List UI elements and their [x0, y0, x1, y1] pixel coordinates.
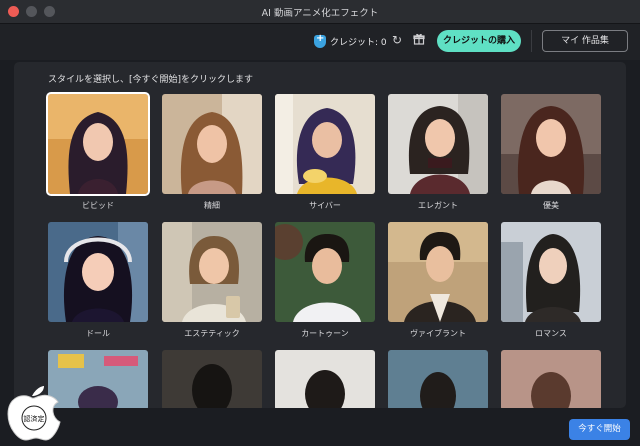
- credit-shield-icon: [314, 33, 326, 48]
- credit-label: クレジット: 0: [330, 38, 387, 48]
- style-label: カートゥーン: [301, 329, 349, 338]
- style-thumbnail[interactable]: [501, 350, 601, 408]
- style-thumbnail[interactable]: [388, 222, 488, 322]
- style-thumbnail[interactable]: [275, 222, 375, 322]
- style-thumbnail[interactable]: [46, 92, 150, 196]
- style-card-vibrant[interactable]: ヴァイブラント: [388, 222, 488, 339]
- style-card-aesthetic[interactable]: エステティック: [162, 222, 262, 339]
- style-card-cartoon[interactable]: カートゥーン: [275, 222, 375, 339]
- watermark-text: 認済定: [24, 414, 45, 423]
- style-label: 優美: [543, 201, 559, 210]
- style-card-cyber[interactable]: サイバー: [275, 94, 375, 211]
- style-thumbnail[interactable]: [275, 350, 375, 408]
- style-label: エステティック: [184, 329, 240, 338]
- style-thumbnail[interactable]: [48, 222, 148, 322]
- style-thumbnail[interactable]: [162, 94, 262, 194]
- style-thumbnail[interactable]: [162, 350, 262, 408]
- style-thumbnail[interactable]: [275, 94, 375, 194]
- style-card-row3-3[interactable]: [275, 350, 375, 408]
- buy-credit-button[interactable]: クレジットの購入: [437, 30, 521, 52]
- style-label: サイバー: [309, 201, 341, 210]
- style-card-romance[interactable]: ロマンス: [501, 222, 601, 339]
- style-label: ロマンス: [535, 329, 567, 338]
- style-panel: スタイルを選択し、[今すぐ開始]をクリックします ビビッド 精細 サイバー エレ…: [14, 62, 626, 408]
- title-bar: AI 動画アニメ化エフェクト: [0, 0, 640, 24]
- style-label: 精細: [204, 201, 220, 210]
- style-card-row3-4[interactable]: [388, 350, 488, 408]
- style-card-row3-5[interactable]: [501, 350, 601, 408]
- style-card-row3-1[interactable]: [48, 350, 148, 408]
- toolbar-divider: [531, 30, 532, 52]
- style-card-vivid[interactable]: ビビッド: [46, 92, 150, 211]
- style-card-graceful[interactable]: 優美: [501, 94, 601, 211]
- style-card-elegant[interactable]: エレガント: [388, 94, 488, 211]
- style-thumbnail[interactable]: [388, 350, 488, 408]
- style-thumbnail[interactable]: [48, 350, 148, 408]
- my-works-button[interactable]: マイ 作品集: [542, 30, 628, 52]
- style-thumbnail[interactable]: [388, 94, 488, 194]
- style-thumbnail[interactable]: [501, 94, 601, 194]
- credit-balance: クレジット: 0: [314, 33, 387, 48]
- style-thumbnail[interactable]: [501, 222, 601, 322]
- style-card-doll[interactable]: ドール: [48, 222, 148, 339]
- style-label: エレガント: [418, 201, 458, 210]
- refresh-icon[interactable]: ↻: [392, 33, 402, 47]
- start-now-button[interactable]: 今すぐ開始: [569, 419, 630, 440]
- toolbar: クレジット: 0 ↻ クレジットの購入 マイ 作品集: [0, 24, 640, 60]
- style-label: ビビッド: [82, 201, 114, 210]
- gift-icon[interactable]: [413, 33, 425, 48]
- bottom-bar: 今すぐ開始: [0, 408, 640, 446]
- watermark-logo: 認済定: [2, 382, 62, 442]
- window-title: AI 動画アニメ化エフェクト: [261, 8, 379, 19]
- style-label: ヴァイブラント: [410, 329, 466, 338]
- instruction-text: スタイルを選択し、[今すぐ開始]をクリックします: [48, 75, 254, 85]
- style-thumbnail[interactable]: [162, 222, 262, 322]
- style-card-row3-2[interactable]: [162, 350, 262, 408]
- style-label: ドール: [86, 329, 110, 338]
- style-card-detailed[interactable]: 精細: [162, 94, 262, 211]
